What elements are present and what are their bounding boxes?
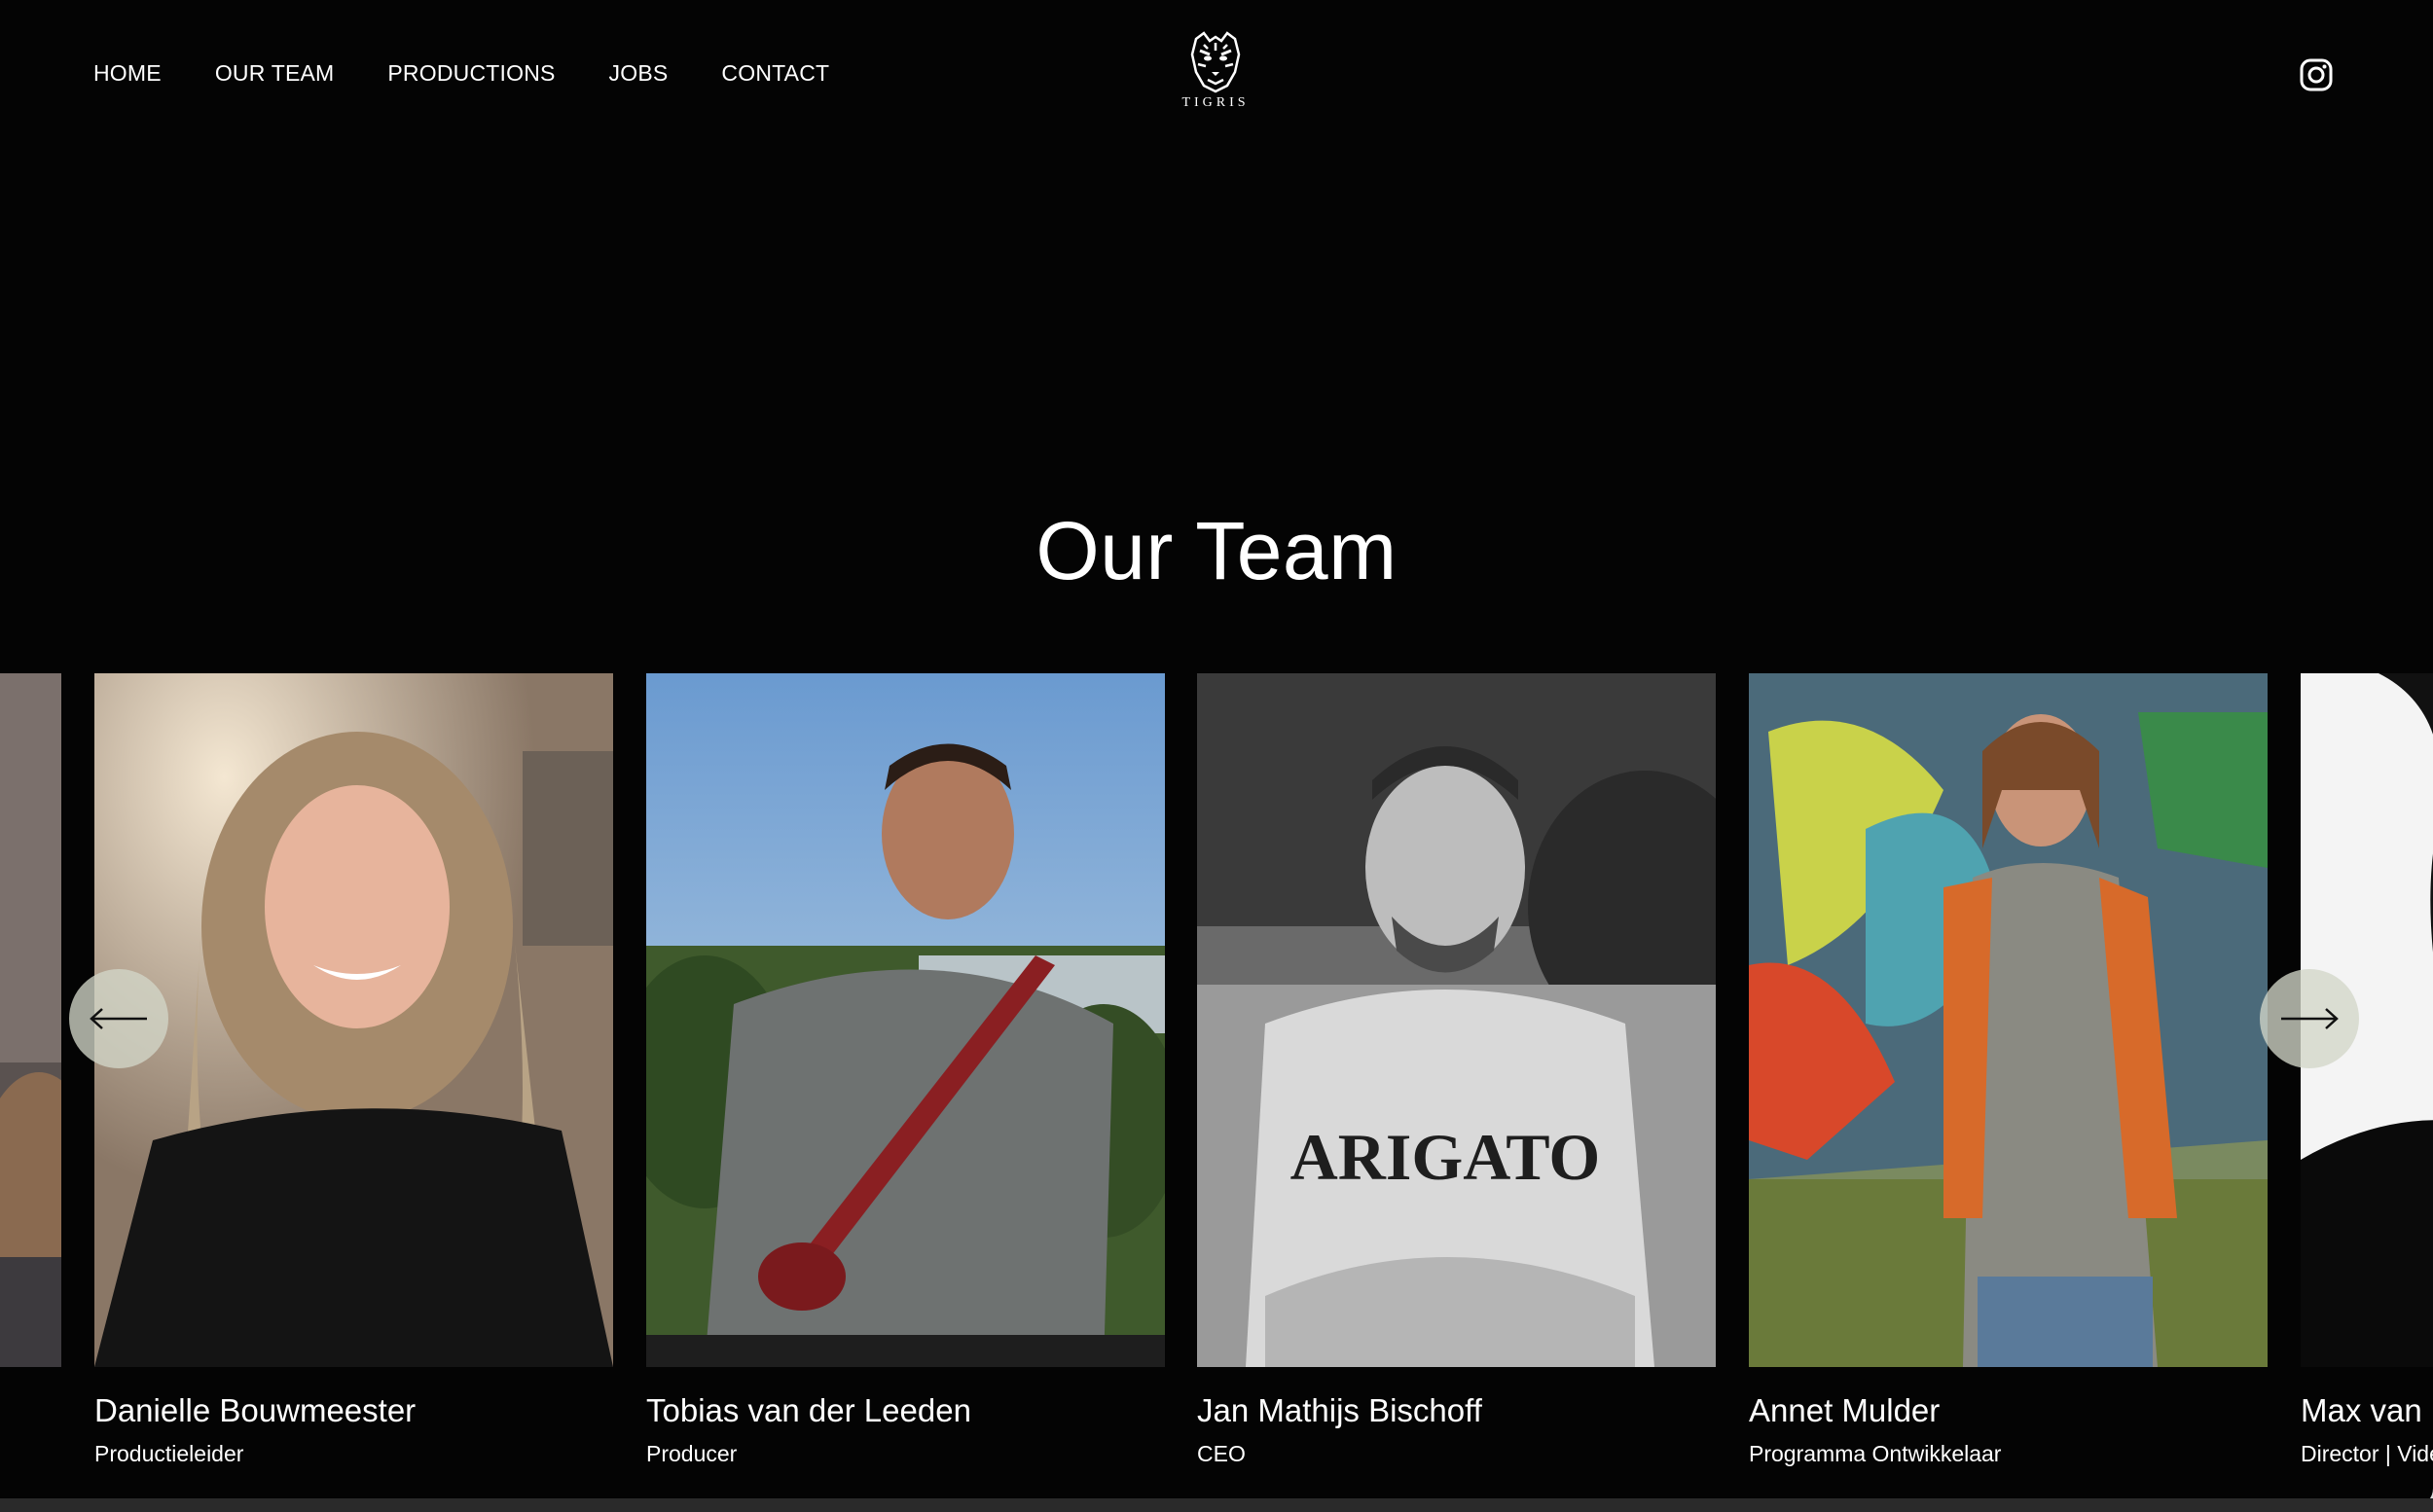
carousel-next-button[interactable] [2260, 969, 2359, 1068]
main-nav: HOME OUR TEAM PRODUCTIONS JOBS CONTACT [93, 60, 883, 87]
team-card[interactable]: ARIGATO Jan Mathijs Bischoff CEO [1197, 673, 1716, 1467]
team-photo [0, 673, 61, 1367]
team-card[interactable]: Tobias van der Leeden Producer [646, 673, 1165, 1467]
nav-our-team[interactable]: OUR TEAM [215, 60, 335, 87]
team-card[interactable]: Max van N Director | Vide [2301, 673, 2433, 1467]
page-title: Our Team [1035, 505, 1398, 596]
arrow-right-icon [2281, 1008, 2339, 1029]
team-photo [94, 673, 613, 1367]
nav-home[interactable]: HOME [93, 60, 162, 87]
member-name: Tobias van der Leeden [646, 1392, 971, 1428]
team-photo: ARIGATO [1197, 673, 1716, 1367]
tiger-head-icon [1190, 31, 1241, 93]
member-role: CEO [1197, 1441, 1246, 1466]
member-name: Annet Mulder [1749, 1392, 1941, 1428]
member-role: Director | Vide [2301, 1441, 2433, 1466]
page-bottom-edge [0, 1498, 2433, 1512]
tigris-logo[interactable]: TIGRIS [1178, 29, 1253, 117]
svg-text:ARIGATO: ARIGATO [1290, 1120, 1601, 1194]
member-role: Programma Ontwikkelaar [1749, 1441, 2002, 1466]
team-card-partial-left[interactable] [0, 673, 61, 1367]
member-name: Max van N [2301, 1392, 2433, 1428]
member-role: Producer [646, 1441, 738, 1466]
logo-text: TIGRIS [1181, 95, 1250, 110]
arrow-left-icon [90, 1008, 147, 1029]
instagram-link[interactable] [2300, 58, 2333, 91]
carousel-prev-button[interactable] [69, 969, 168, 1068]
nav-jobs[interactable]: JOBS [609, 60, 669, 87]
nav-productions[interactable]: PRODUCTIONS [387, 60, 555, 87]
member-role: Productieleider [94, 1441, 244, 1466]
team-card[interactable]: Annet Mulder Programma Ontwikkelaar [1749, 673, 2268, 1467]
page-window: HOME OUR TEAM PRODUCTIONS JOBS CONTACT T… [0, 0, 2433, 1506]
team-photo [646, 673, 1165, 1367]
nav-contact[interactable]: CONTACT [721, 60, 829, 87]
team-carousel: Danielle Bouwmeester Productieleider Tob… [0, 673, 2433, 1481]
team-photo [1749, 673, 2268, 1367]
member-name: Danielle Bouwmeester [94, 1392, 417, 1428]
instagram-icon [2300, 58, 2333, 91]
member-name: Jan Mathijs Bischoff [1197, 1392, 1482, 1428]
team-card[interactable]: Danielle Bouwmeester Productieleider [94, 673, 613, 1467]
